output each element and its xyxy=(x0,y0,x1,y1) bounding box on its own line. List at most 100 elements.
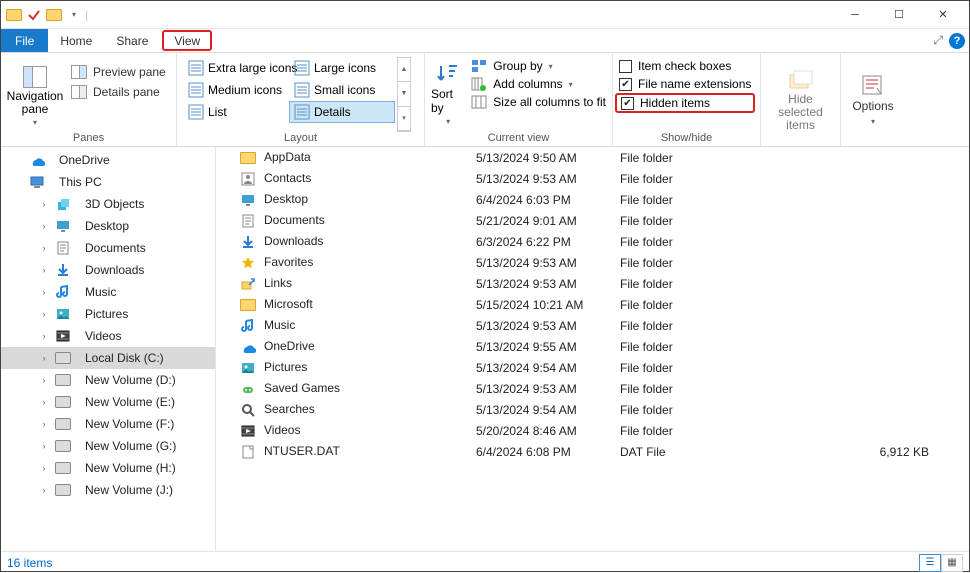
preview-pane-icon xyxy=(71,65,87,79)
table-row[interactable]: Saved Games5/13/2024 9:53 AMFile folder xyxy=(216,378,969,399)
maximize-button[interactable]: ☐ xyxy=(877,2,921,28)
table-row[interactable]: Downloads6/3/2024 6:22 PMFile folder xyxy=(216,231,969,252)
tree-item[interactable]: ›Pictures xyxy=(1,303,215,325)
navigation-tree[interactable]: OneDriveThis PC›3D Objects›Desktop›Docum… xyxy=(1,147,216,551)
titlebar: ▾ | ─ ☐ ✕ xyxy=(1,1,969,29)
tree-item[interactable]: ›New Volume (J:) xyxy=(1,479,215,501)
disk-icon xyxy=(55,372,71,388)
file-extensions-toggle[interactable]: ✔ File name extensions xyxy=(619,77,751,91)
table-row[interactable]: Pictures5/13/2024 9:54 AMFile folder xyxy=(216,357,969,378)
tab-file[interactable]: File xyxy=(1,29,48,52)
group-show-hide: Item check boxes ✔ File name extensions … xyxy=(613,53,761,146)
layout-icon xyxy=(188,82,204,98)
table-row[interactable]: Documents5/21/2024 9:01 AMFile folder xyxy=(216,210,969,231)
docs-icon xyxy=(240,213,256,229)
file-icon xyxy=(240,444,256,460)
tree-item[interactable]: ›Documents xyxy=(1,237,215,259)
layout-list[interactable]: List xyxy=(183,101,289,123)
layout-scrollbar[interactable]: ▲▼▾ xyxy=(397,57,411,132)
down-icon xyxy=(55,262,71,278)
minimize-button[interactable]: ─ xyxy=(833,2,877,28)
sort-by-button[interactable]: Sort by ▾ xyxy=(431,57,465,132)
tree-item[interactable]: ›New Volume (F:) xyxy=(1,413,215,435)
options-icon xyxy=(860,74,886,98)
layout-icon xyxy=(294,60,310,76)
disk-icon xyxy=(55,416,71,432)
details-view-toggle[interactable]: ☰ xyxy=(919,554,941,572)
tree-item[interactable]: ›New Volume (D:) xyxy=(1,369,215,391)
tree-item[interactable]: ›Desktop xyxy=(1,215,215,237)
thumbnails-view-toggle[interactable]: ▦ xyxy=(941,554,963,572)
add-columns-button[interactable]: Add columns▾ xyxy=(471,77,606,91)
table-row[interactable]: Videos5/20/2024 8:46 AMFile folder xyxy=(216,420,969,441)
table-row[interactable]: OneDrive5/13/2024 9:55 AMFile folder xyxy=(216,336,969,357)
hide-selected-button[interactable]: Hide selected items xyxy=(767,57,834,144)
help-icon[interactable]: ? xyxy=(949,33,965,49)
qat-dropdown-icon[interactable]: ▾ xyxy=(65,6,83,24)
options-button[interactable]: Options ▾ xyxy=(847,57,899,144)
group-current-view: Sort by ▾ Group by▾ Add columns▾ Size al… xyxy=(425,53,613,146)
table-row[interactable]: Microsoft5/15/2024 10:21 AMFile folder xyxy=(216,294,969,315)
layout-medium-icons[interactable]: Medium icons xyxy=(183,79,289,101)
tab-share[interactable]: Share xyxy=(104,29,160,52)
table-row[interactable]: Desktop6/4/2024 6:03 PMFile folder xyxy=(216,189,969,210)
desktop-icon xyxy=(240,192,256,208)
table-row[interactable]: Music5/13/2024 9:53 AMFile folder xyxy=(216,315,969,336)
chevron-down-icon: ▾ xyxy=(871,115,875,128)
table-row[interactable]: Favorites5/13/2024 9:53 AMFile folder xyxy=(216,252,969,273)
docs-icon xyxy=(55,240,71,256)
size-columns-button[interactable]: Size all columns to fit xyxy=(471,95,606,109)
tree-item[interactable]: ›New Volume (H:) xyxy=(1,457,215,479)
table-row[interactable]: Searches5/13/2024 9:54 AMFile folder xyxy=(216,399,969,420)
cloud-icon xyxy=(240,339,256,355)
preview-pane-button[interactable]: Preview pane xyxy=(71,65,166,79)
item-checkboxes-toggle[interactable]: Item check boxes xyxy=(619,59,751,73)
layout-icon xyxy=(188,104,204,120)
group-hide-selected: Hide selected items xyxy=(761,53,841,146)
desktop-icon xyxy=(55,218,71,234)
hidden-items-toggle[interactable]: ✔ Hidden items xyxy=(621,96,749,110)
pics-icon xyxy=(240,360,256,376)
tree-item[interactable]: ›3D Objects xyxy=(1,193,215,215)
tree-item[interactable]: ›Downloads xyxy=(1,259,215,281)
layout-large-icons[interactable]: Large icons xyxy=(289,57,395,79)
tree-item[interactable]: ›New Volume (E:) xyxy=(1,391,215,413)
pc-icon xyxy=(29,174,45,190)
tree-item[interactable]: This PC xyxy=(1,171,215,193)
disk-icon xyxy=(55,394,71,410)
file-list[interactable]: AppData5/13/2024 9:50 AMFile folderConta… xyxy=(216,147,969,551)
down-icon xyxy=(240,234,256,250)
size-columns-icon xyxy=(471,95,487,109)
table-row[interactable]: AppData5/13/2024 9:50 AMFile folder xyxy=(216,147,969,168)
disk-icon xyxy=(55,350,71,366)
tab-home[interactable]: Home xyxy=(48,29,104,52)
tree-item[interactable]: ›Videos xyxy=(1,325,215,347)
tree-item[interactable]: ›New Volume (G:) xyxy=(1,435,215,457)
ribbon-collapse-icon[interactable]: ⤢ xyxy=(933,33,943,48)
group-by-button[interactable]: Group by▾ xyxy=(471,59,606,73)
chevron-down-icon: ▾ xyxy=(33,118,37,127)
sort-icon xyxy=(437,63,459,85)
table-row[interactable]: NTUSER.DAT6/4/2024 6:08 PMDAT File6,912 … xyxy=(216,441,969,462)
table-row[interactable]: Contacts5/13/2024 9:53 AMFile folder xyxy=(216,168,969,189)
layout-extra-large-icons[interactable]: Extra large icons xyxy=(183,57,289,79)
layout-small-icons[interactable]: Small icons xyxy=(289,79,395,101)
table-row[interactable]: Links5/13/2024 9:53 AMFile folder xyxy=(216,273,969,294)
layout-details[interactable]: Details xyxy=(289,101,395,123)
layout-icon xyxy=(188,60,204,76)
navigation-pane-button[interactable]: Navigation pane ▾ xyxy=(7,57,63,132)
tree-item[interactable]: ›Local Disk (C:) xyxy=(1,347,215,369)
tree-item[interactable]: ›Music xyxy=(1,281,215,303)
close-button[interactable]: ✕ xyxy=(921,2,965,28)
group-layout: Extra large iconsLarge iconsMedium icons… xyxy=(177,53,425,146)
videos-icon xyxy=(240,423,256,439)
disk-icon xyxy=(55,460,71,476)
star-icon xyxy=(240,255,256,271)
tab-view[interactable]: View xyxy=(162,30,212,51)
layout-icon xyxy=(294,82,310,98)
qat-properties-icon[interactable] xyxy=(25,6,43,24)
tree-item[interactable]: OneDrive xyxy=(1,149,215,171)
navigation-pane-icon xyxy=(23,66,47,88)
details-pane-button[interactable]: Details pane xyxy=(71,85,166,99)
links-icon xyxy=(240,276,256,292)
